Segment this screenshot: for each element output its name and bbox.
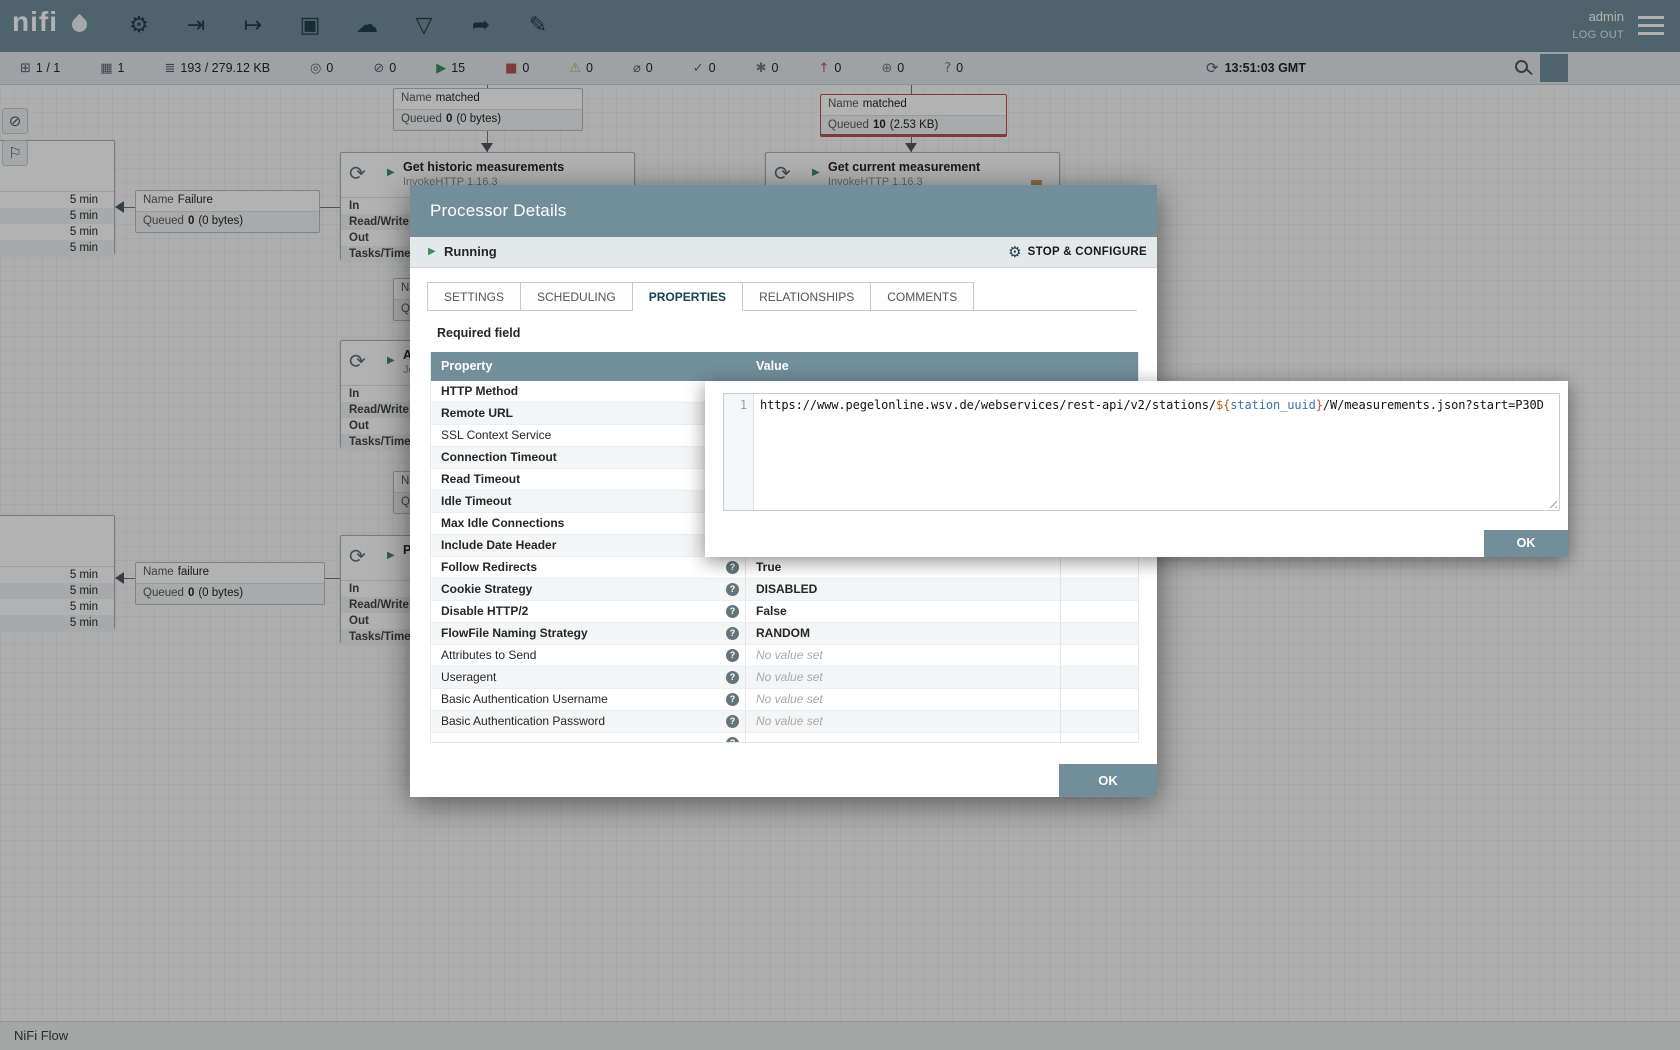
property-value[interactable]: False [756, 604, 787, 618]
property-name: Remote URL [441, 406, 513, 420]
dialog-tabs: SETTINGSSCHEDULINGPROPERTIESRELATIONSHIP… [427, 282, 1137, 311]
property-row[interactable]: Useragent? No value set [431, 667, 1138, 689]
property-name: HTTP Method [441, 384, 518, 398]
el-bracket-segment: } [1316, 398, 1323, 412]
property-name: Basic Authentication Password [441, 714, 605, 728]
help-icon[interactable]: ? [726, 693, 739, 706]
tab-relationships[interactable]: RELATIONSHIPS [743, 282, 871, 311]
property-name: Useragent [441, 670, 496, 684]
running-status-icon: ▶ [428, 237, 436, 267]
el-plain-segment: https://www.pegelonline.wsv.de/webservic… [760, 398, 1216, 412]
property-value[interactable]: RANDOM [756, 626, 810, 640]
el-plain-segment: /W/measurements.json?start=P30D [1323, 398, 1544, 412]
property-value[interactable]: No value set [756, 670, 823, 684]
dialog-header: Processor Details [410, 185, 1157, 237]
help-icon[interactable]: ? [726, 583, 739, 596]
help-icon[interactable]: ? [726, 737, 739, 743]
help-icon[interactable]: ? [726, 715, 739, 728]
el-attr-segment: station_uuid [1230, 398, 1316, 412]
property-row[interactable]: Follow Redirects? True [431, 557, 1138, 579]
property-row[interactable]: Disable HTTP/2? False [431, 601, 1138, 623]
tab-properties[interactable]: PROPERTIES [633, 282, 743, 311]
code-editor[interactable]: 1 https://www.pegelonline.wsv.de/webserv… [723, 393, 1560, 511]
stop-configure-label: STOP & CONFIGURE [1028, 246, 1147, 258]
required-field-note: Required field [437, 326, 520, 340]
property-name: Cookie Strategy [441, 582, 532, 596]
running-status-label: Running [444, 237, 497, 267]
tab-comments[interactable]: COMMENTS [871, 282, 974, 311]
property-column-header: Property [431, 352, 746, 381]
property-name: SSL Context Service [441, 428, 551, 442]
property-name: Include Date Header [441, 538, 556, 552]
property-name: Read Timeout [441, 472, 520, 486]
property-name: Basic Authentication Username [441, 692, 608, 706]
help-icon[interactable]: ? [726, 605, 739, 618]
editor-code[interactable]: https://www.pegelonline.wsv.de/webservic… [754, 394, 1559, 510]
property-value[interactable]: True [756, 560, 781, 574]
property-row[interactable]: FlowFile Naming Strategy? RANDOM [431, 623, 1138, 645]
property-value[interactable]: No value set [756, 648, 823, 662]
dialog-ok-button[interactable]: OK [1059, 764, 1157, 797]
property-row[interactable]: ? [431, 733, 1138, 743]
dialog-status-bar: ▶ Running ⚙ STOP & CONFIGURE [410, 237, 1157, 268]
value-column-header: Value [746, 352, 1138, 381]
property-value[interactable]: DISABLED [756, 582, 817, 596]
property-row[interactable]: Cookie Strategy? DISABLED [431, 579, 1138, 601]
nifi-app: NamematchedQueued0(0 bytes)NamematchedQu… [0, 0, 1680, 1050]
property-name: Attributes to Send [441, 648, 536, 662]
help-icon[interactable]: ? [726, 561, 739, 574]
property-name: Idle Timeout [441, 494, 511, 508]
help-icon[interactable]: ? [726, 627, 739, 640]
stop-and-configure-button[interactable]: ⚙ STOP & CONFIGURE [1008, 237, 1147, 267]
property-row[interactable]: Basic Authentication Password? No value s… [431, 711, 1138, 733]
stop-configure-icon: ⚙ [1008, 243, 1021, 261]
editor-line-number: 1 [724, 394, 754, 510]
help-icon[interactable]: ? [726, 671, 739, 684]
tab-settings[interactable]: SETTINGS [427, 282, 521, 311]
property-name: Disable HTTP/2 [441, 604, 528, 618]
property-name: Connection Timeout [441, 450, 557, 464]
property-name: Max Idle Connections [441, 516, 564, 530]
help-icon[interactable]: ? [726, 649, 739, 662]
editor-ok-button[interactable]: OK [1484, 530, 1568, 557]
properties-table-header: Property Value [431, 352, 1138, 381]
dialog-title: Processor Details [430, 201, 567, 220]
value-editor-popup: 1 https://www.pegelonline.wsv.de/webserv… [705, 381, 1568, 557]
property-row[interactable]: Attributes to Send? No value set [431, 645, 1138, 667]
property-row[interactable]: Basic Authentication Username? No value s… [431, 689, 1138, 711]
property-value[interactable]: No value set [756, 714, 823, 728]
property-value[interactable]: No value set [756, 692, 823, 706]
el-bracket-segment: ${ [1216, 398, 1230, 412]
tab-scheduling[interactable]: SCHEDULING [521, 282, 633, 311]
property-name: FlowFile Naming Strategy [441, 626, 588, 640]
property-name: Follow Redirects [441, 560, 537, 574]
